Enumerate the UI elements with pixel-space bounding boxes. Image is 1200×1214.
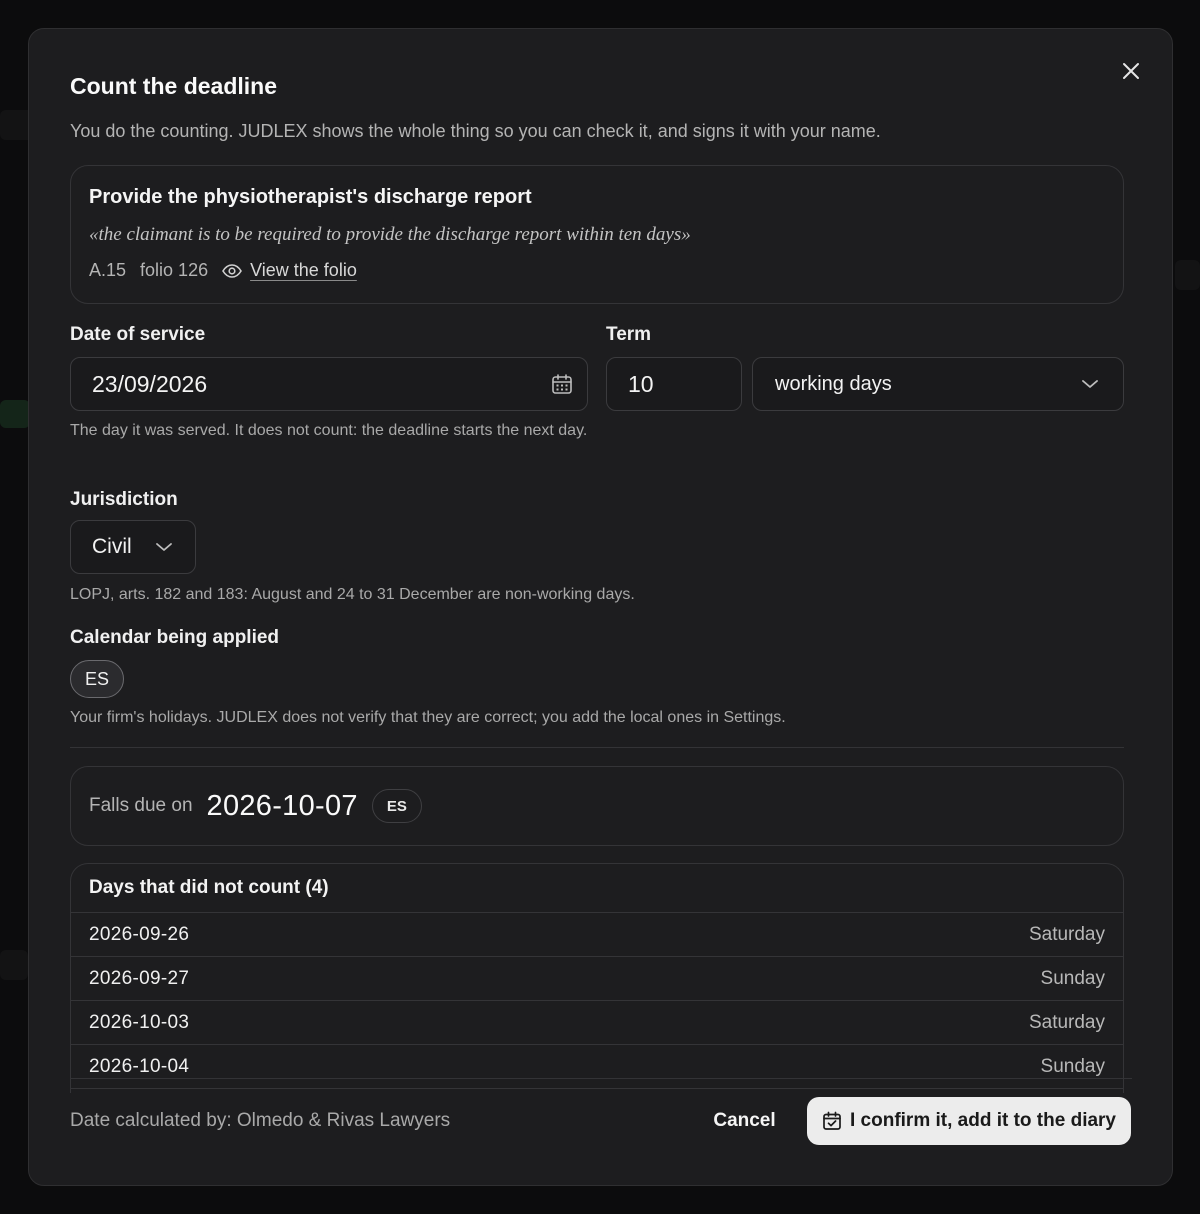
due-date: 2026-10-07 [206,789,358,822]
eye-icon [222,263,243,278]
skipped-days-list[interactable]: Days that did not count (4) 2026-09-26 S… [70,863,1124,1093]
calendar-icon[interactable] [551,373,573,395]
due-label: Falls due on [89,795,193,816]
confirm-label: I confirm it, add it to the diary [849,1110,1117,1131]
table-row: 2026-09-26 Saturday [71,913,1123,957]
confirm-button[interactable]: I confirm it, add it to the diary [807,1097,1131,1145]
skipped-date: 2026-10-04 [89,1055,190,1077]
jurisdiction-label: Jurisdiction [70,489,178,510]
term-unit-select[interactable]: working days [752,357,1124,411]
calendar-pill-es[interactable]: ES [70,660,124,698]
skipped-date: 2026-09-26 [89,923,190,945]
skipped-weekday: Sunday [1040,967,1105,989]
dialog-title: Count the deadline [70,73,277,99]
table-row: 2026-10-03 Saturday [71,1001,1123,1045]
cancel-button[interactable]: Cancel [698,1098,791,1144]
table-row: 2026-10-04 Sunday [71,1045,1123,1089]
chevron-down-icon [156,543,172,551]
skipped-date: 2026-09-27 [89,967,190,989]
calendar-check-icon [823,1111,841,1130]
dialog-subtitle: You do the counting. JUDLEX shows the wh… [70,121,881,141]
due-calendar-badge: ES [371,789,422,823]
skipped-weekday: Sunday [1040,1055,1105,1077]
chevron-down-icon [1082,380,1098,388]
background-ghost [0,950,28,980]
calculated-by: Date calculated by: Olmedo & Rivas Lawye… [70,1110,451,1131]
task-quote: «the claimant is to be required to provi… [89,224,691,245]
date-of-service-input[interactable]: 23/09/2026 [70,357,588,411]
due-date-card: Falls due on 2026-10-07 ES [70,766,1124,846]
jurisdiction-value: Civil [92,535,132,558]
date-of-service-hint: The day it was served. It does not count… [70,422,588,439]
calendar-label: Calendar being applied [70,627,280,648]
term-label: Term [606,324,652,345]
task-ref: A.15 [89,260,127,280]
skipped-weekday: Saturday [1028,923,1105,945]
task-folio: folio 126 [140,260,209,280]
task-title: Provide the physiotherapist's discharge … [89,186,532,208]
view-folio-label: View the folio [250,260,357,280]
date-of-service-value: 23/09/2026 [92,370,208,397]
skipped-date: 2026-10-03 [89,1011,190,1033]
skipped-weekday: Saturday [1028,1011,1105,1033]
jurisdiction-select[interactable]: Civil [70,520,196,574]
term-unit-value: working days [775,372,892,395]
skipped-days-title: Days that did not count (4) [71,864,1123,913]
close-button[interactable] [1117,57,1145,85]
term-input[interactable]: 10 [606,357,742,411]
task-meta: A.15 folio 126 View the folio [89,260,357,281]
background-ghost [0,400,30,428]
table-row: 2026-09-27 Sunday [71,957,1123,1001]
calendar-hint: Your firm's holidays. JUDLEX does not ve… [70,709,786,726]
close-icon [1123,63,1139,79]
term-value: 10 [628,370,654,397]
footer-divider [70,1078,1132,1079]
deadline-dialog: Count the deadline You do the counting. … [28,28,1173,1186]
task-card: Provide the physiotherapist's discharge … [70,165,1124,304]
date-of-service-label: Date of service [70,324,206,345]
background-ghost [1175,260,1200,290]
jurisdiction-hint: LOPJ, arts. 182 and 183: August and 24 t… [70,586,635,603]
section-divider [70,747,1124,748]
view-folio-link[interactable]: View the folio [222,260,357,281]
